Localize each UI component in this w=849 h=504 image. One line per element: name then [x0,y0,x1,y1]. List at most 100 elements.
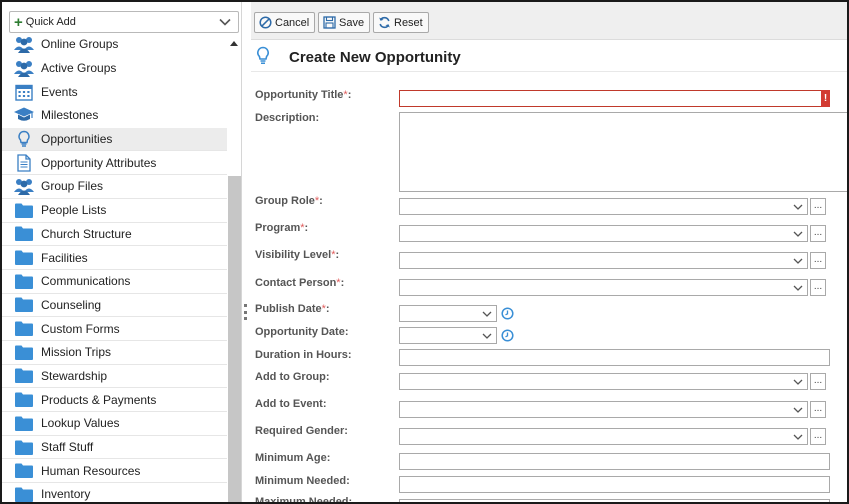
sidebar-item-label: Opportunity Attributes [41,155,157,170]
plus-icon: + [14,13,23,31]
duration-hours-input[interactable] [399,349,830,366]
add-to-group-lookup-button[interactable]: ... [810,373,826,390]
minimum-needed-input[interactable] [399,476,830,493]
group-role-select[interactable] [399,198,808,215]
lightbulb-icon [257,46,269,65]
folder-icon [14,462,34,480]
sidebar-item-label: Communications [41,274,131,289]
folder-icon [14,367,34,385]
contact-person-label: Contact Person*: [255,277,345,289]
sidebar-item-lookup-values[interactable]: Lookup Values [2,412,227,436]
sidebar-item-church-structure[interactable]: Church Structure [2,223,227,247]
sidebar-item-mission-trips[interactable]: Mission Trips [2,341,227,365]
sidebar-scrollbar[interactable] [227,36,241,502]
duration-hours-label: Duration in Hours: [255,349,352,361]
add-to-event-select[interactable] [399,401,808,418]
chevron-down-icon [219,18,231,26]
opportunity-date-label: Opportunity Date: [255,326,349,338]
sidebar-item-active-groups[interactable]: Active Groups [2,57,227,81]
opportunity-date-picker[interactable] [399,327,497,344]
sidebar-item-products-payments[interactable]: Products & Payments [2,388,227,412]
calendar-icon [14,83,34,101]
sidebar-item-label: Staff Stuff [41,440,94,455]
sidebar-item-human-resources[interactable]: Human Resources [2,459,227,484]
sidebar-item-label: People Lists [41,203,107,218]
minimum-age-input[interactable] [399,453,830,470]
folder-icon [14,296,34,314]
program-label: Program*: [255,222,309,234]
sidebar-item-label: Events [41,84,78,99]
add-to-event-lookup-button[interactable]: ... [810,401,826,418]
maximum-needed-label: Maximum Needed: [255,496,353,504]
pane-splitter-handle[interactable] [244,304,248,320]
sidebar-item-facilities[interactable]: Facilities [2,246,227,270]
program-lookup-button[interactable]: ... [810,225,826,242]
sidebar-item-staff-stuff[interactable]: Staff Stuff [2,436,227,460]
folder-icon [14,414,34,432]
required-gender-lookup-button[interactable]: ... [810,428,826,445]
sidebar-item-communications[interactable]: Communications [2,270,227,294]
folder-icon [14,201,34,219]
save-button[interactable]: Save [318,12,371,33]
sidebar-item-label: Active Groups [41,61,117,76]
form-toolbar: Cancel Save Reset [251,2,847,40]
sidebar-nav: Online Groups Active Groups Events Miles… [2,33,227,502]
app-window: + Quick Add Online Groups Active Groups … [0,0,849,504]
folder-icon [14,391,34,409]
chevron-down-icon [482,333,492,339]
quick-add-dropdown[interactable]: + Quick Add [9,11,239,33]
sidebar-item-inventory[interactable]: Inventory [2,483,227,502]
sidebar-item-label: Mission Trips [41,345,112,360]
group-role-label: Group Role*: [255,195,323,207]
sidebar-item-label: Opportunities [41,132,113,147]
sidebar-item-stewardship[interactable]: Stewardship [2,365,227,389]
visibility-level-select[interactable] [399,252,808,269]
sidebar-item-opportunities[interactable]: Opportunities [2,127,227,152]
required-gender-select[interactable] [399,428,808,445]
folder-icon [14,225,34,243]
clock-icon[interactable] [501,307,514,320]
scrollbar-thumb[interactable] [228,176,241,502]
people-icon [14,35,34,54]
opportunity-title-label: Opportunity Title*: [255,89,352,101]
sidebar-item-label: Group Files [41,179,104,194]
sidebar-item-opportunity-attributes[interactable]: Opportunity Attributes [2,151,227,176]
contact-person-select[interactable] [399,279,808,296]
publish-date-label: Publish Date*: [255,303,330,315]
opportunity-form: Create New Opportunity Opportunity Title… [251,40,847,504]
sidebar-item-milestones[interactable]: Milestones [2,104,227,128]
chevron-down-icon [482,311,492,317]
sidebar-item-online-groups[interactable]: Online Groups [2,33,227,57]
program-select[interactable] [399,225,808,242]
document-icon [14,154,34,172]
page-title: Create New Opportunity [289,49,461,66]
sidebar-item-label: Counseling [41,297,102,312]
people-icon [14,177,34,196]
chevron-down-icon [793,379,803,385]
validation-error-icon: ! [821,90,830,107]
visibility-level-lookup-button[interactable]: ... [810,252,826,269]
opportunity-title-input[interactable]: ! [399,90,830,107]
add-to-group-select[interactable] [399,373,808,390]
sidebar-item-people-lists[interactable]: People Lists [2,199,227,223]
sidebar-item-counseling[interactable]: Counseling [2,294,227,318]
required-gender-label: Required Gender: [255,425,348,437]
scroll-up-arrow-icon[interactable] [230,41,238,46]
quick-add-label: Quick Add [25,16,76,28]
reset-button[interactable]: Reset [373,12,429,33]
sidebar-item-custom-forms[interactable]: Custom Forms [2,317,227,341]
chevron-down-icon [793,285,803,291]
clock-icon[interactable] [501,329,514,342]
sidebar-item-group-files[interactable]: Group Files [2,175,227,199]
group-role-lookup-button[interactable]: ... [810,198,826,215]
sidebar-item-label: Products & Payments [41,392,157,407]
sidebar-item-label: Custom Forms [41,321,120,336]
minimum-age-label: Minimum Age: [255,452,331,464]
publish-date-picker[interactable] [399,305,497,322]
sidebar-item-events[interactable]: Events [2,80,227,104]
sidebar-item-label: Human Resources [41,463,141,478]
maximum-needed-input[interactable] [399,499,830,502]
cancel-button[interactable]: Cancel [254,12,316,33]
description-textarea[interactable] [399,112,847,192]
contact-person-lookup-button[interactable]: ... [810,279,826,296]
